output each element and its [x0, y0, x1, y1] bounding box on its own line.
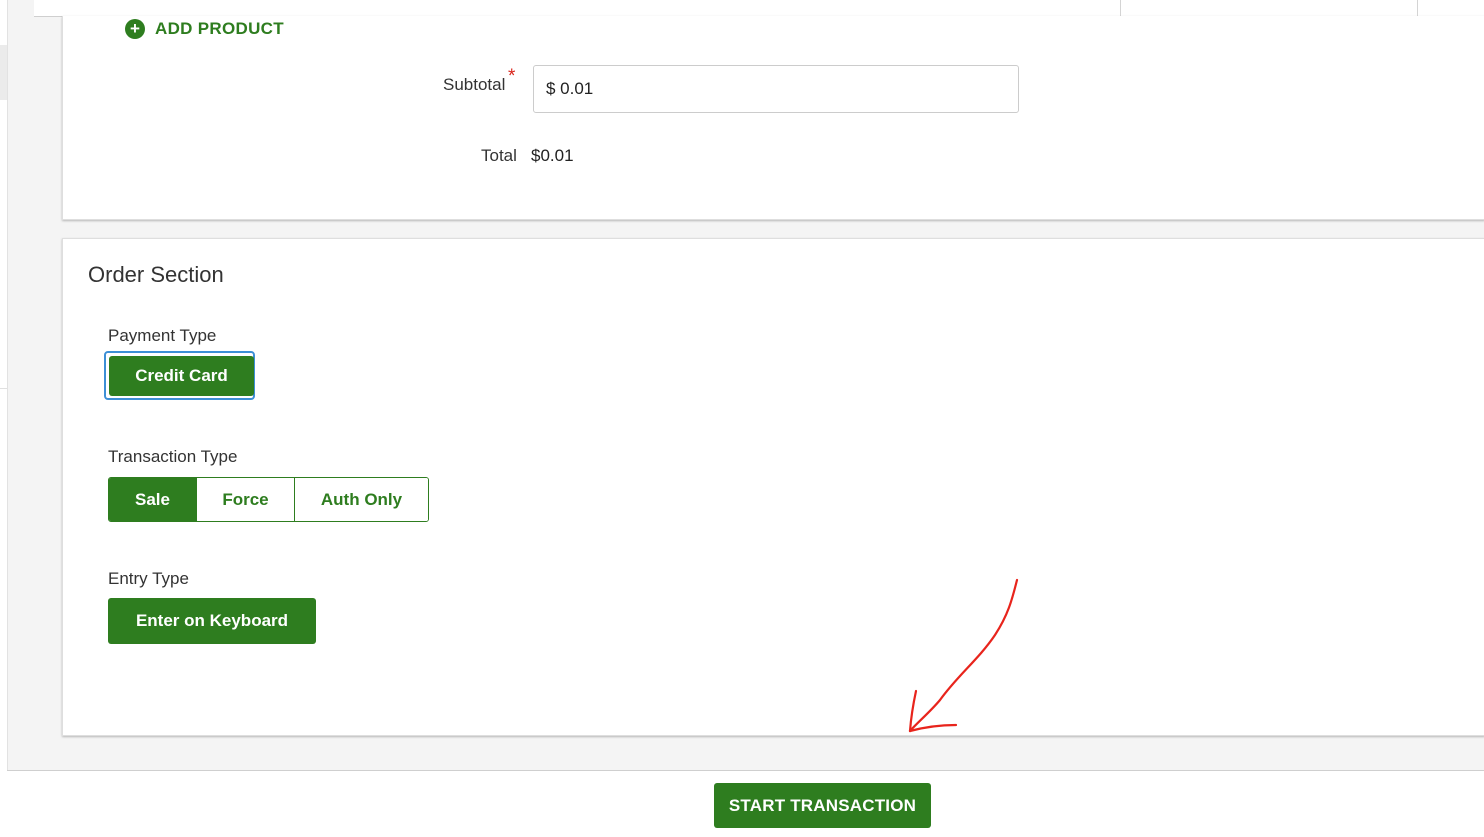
subtotal-input[interactable] — [533, 65, 1019, 113]
left-gutter — [0, 0, 7, 770]
total-label: Total — [481, 146, 517, 165]
products-card — [62, 16, 1484, 220]
app-window: + ADD PRODUCT Subtotal * Total $0.01 Ord… — [0, 0, 1484, 837]
sale-toggle[interactable]: Sale — [109, 478, 196, 521]
left-gutter-divider — [0, 388, 7, 389]
entry-type-label: Entry Type — [108, 569, 189, 588]
subtotal-label: Subtotal — [443, 75, 506, 94]
transaction-type-toggle-group: Sale Force Auth Only — [108, 477, 429, 522]
enter-on-keyboard-button[interactable]: Enter on Keyboard — [108, 598, 316, 644]
total-value: $0.01 — [531, 146, 574, 165]
force-toggle[interactable]: Force — [196, 478, 294, 521]
toolbar-divider — [1120, 0, 1121, 16]
plus-circle-icon: + — [125, 19, 145, 39]
payment-type-label: Payment Type — [108, 326, 217, 345]
credit-card-button[interactable]: Credit Card — [109, 356, 254, 396]
transaction-type-label: Transaction Type — [108, 447, 238, 466]
top-toolbar — [34, 0, 1484, 17]
required-indicator: * — [508, 66, 516, 87]
start-transaction-button[interactable]: START TRANSACTION — [714, 783, 931, 828]
add-product-label: ADD PRODUCT — [155, 19, 284, 38]
toolbar-divider — [1417, 0, 1418, 16]
auth-only-toggle[interactable]: Auth Only — [294, 478, 428, 521]
left-collapse-tab[interactable] — [0, 45, 7, 100]
add-product-button[interactable]: + ADD PRODUCT — [125, 19, 284, 39]
section-title: Order Section — [88, 262, 224, 287]
